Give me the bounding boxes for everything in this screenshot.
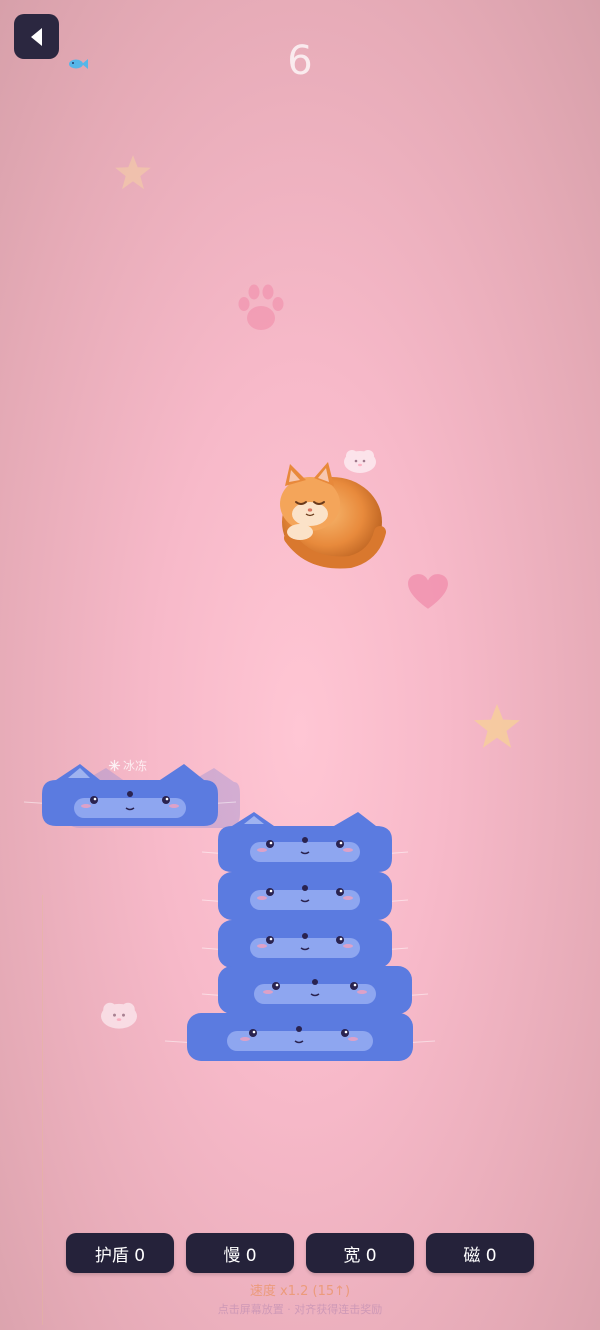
guide-line <box>42 895 43 1325</box>
stacked-cat-block <box>201 872 409 920</box>
speed-indicator: 速度 x1.2 (15↑) <box>249 1284 351 1299</box>
paw-print-icon <box>238 284 284 330</box>
score: 6 <box>287 38 313 84</box>
freeze-indicator: 冰冻 <box>108 757 147 774</box>
wide-powerup-button[interactable]: 宽 0 <box>306 1233 414 1273</box>
star-icon <box>115 155 151 190</box>
hint-text: 点击屏幕放置 · 对齐获得连击奖励 <box>217 1303 383 1316</box>
shield-powerup-button[interactable]: 护盾 0 <box>66 1233 174 1273</box>
stacked-cat-block <box>164 1013 436 1061</box>
powerup-bar: 护盾 0 慢 0 宽 0 磁 0 <box>66 1233 534 1273</box>
freeze-label: 冰冻 <box>123 759 148 773</box>
sleeping-cat-icon <box>280 462 386 569</box>
stacked-cat-block <box>201 920 409 968</box>
stacked-cat-block <box>201 812 409 872</box>
cloud-cat-icon <box>101 1002 137 1029</box>
back-arrow-icon <box>30 27 42 46</box>
snowflake-icon <box>108 759 121 772</box>
fish-counter <box>68 58 92 70</box>
heart-icon <box>408 574 448 609</box>
slow-powerup-button[interactable]: 慢 0 <box>186 1233 294 1273</box>
game-stage[interactable]: 6 冰冻 护盾 0 慢 0 宽 0 磁 0 速度 x1.2 (15↑) 点击屏幕… <box>0 0 600 1330</box>
stacked-cat-block <box>201 966 429 1014</box>
fish-icon <box>69 59 88 69</box>
magnet-powerup-button[interactable]: 磁 0 <box>426 1233 534 1273</box>
back-button[interactable] <box>14 14 59 59</box>
star-icon <box>474 704 520 748</box>
